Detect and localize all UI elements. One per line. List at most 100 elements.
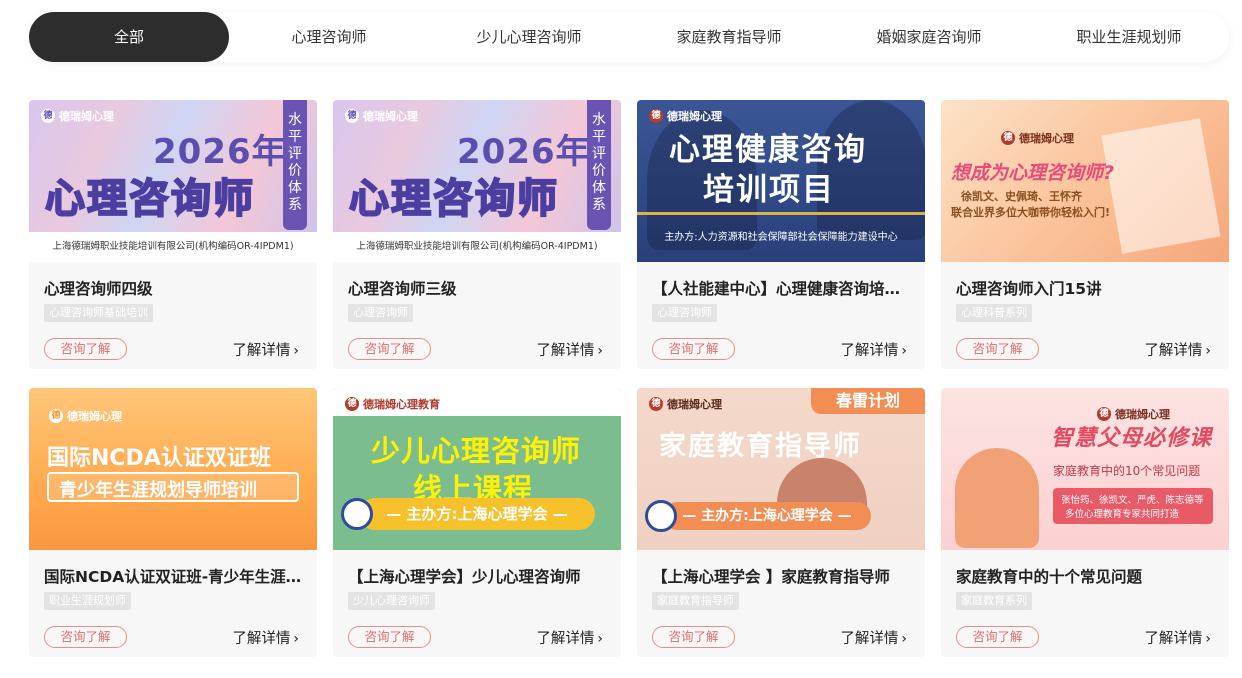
brand-logo: 德德瑞姆心理 (1001, 130, 1074, 146)
course-banner[interactable]: 德德瑞姆心理 2026年 心理咨询师 水平评价体系 上海德瑞姆职业技能培训有限公… (29, 100, 317, 262)
books-illustration (1101, 118, 1221, 254)
brand-logo: 德德瑞姆心理 (41, 108, 114, 124)
chevron-right-icon: › (901, 343, 907, 359)
course-tag: 家庭教育系列 (956, 592, 1032, 610)
consult-button[interactable]: 咨询了解 (348, 338, 431, 360)
detail-link[interactable]: 了解详情 › (536, 339, 603, 360)
brand-logo: 德德瑞姆心理 (49, 408, 122, 424)
course-tag: 心理科普系列 (956, 304, 1032, 322)
detail-link[interactable]: 了解详情 › (232, 627, 299, 648)
banner-footer: 上海德瑞姆职业技能培训有限公司(机构编码OR-4IPDM1) (29, 232, 317, 262)
consult-button[interactable]: 咨询了解 (956, 626, 1039, 648)
tab-child-psych-counselor[interactable]: 少儿心理咨询师 (429, 12, 629, 62)
tab-career-planning[interactable]: 职业生涯规划师 (1029, 12, 1229, 62)
detail-link[interactable]: 了解详情 › (232, 339, 299, 360)
chevron-right-icon: › (1205, 343, 1211, 359)
banner-subtitle: 青少年生涯规划导师培训 (59, 480, 257, 501)
course-card[interactable]: 德德瑞姆心理 2026年 心理咨询师 水平评价体系 上海德瑞姆职业技能培训有限公… (29, 100, 317, 369)
course-tag: 家庭教育指导师 (652, 592, 739, 610)
brand-logo: 德德瑞姆心理 (649, 108, 722, 124)
consult-button[interactable]: 咨询了解 (44, 338, 127, 360)
course-card[interactable]: 德德瑞姆心理 智慧父母必修课 家庭教育中的10个常见问题 张怡筠、徐凯文、严虎、… (941, 388, 1229, 657)
course-tag: 少儿心理咨询师 (348, 592, 435, 610)
banner-side-label: 水平评价体系 (283, 100, 307, 230)
chevron-right-icon: › (901, 631, 907, 647)
banner-headline: 心理咨询师 (44, 175, 255, 223)
seal-icon (341, 498, 373, 530)
logo-icon: 德 (49, 409, 63, 423)
logo-icon: 德 (1001, 131, 1015, 145)
logo-icon: 德 (345, 109, 359, 123)
course-title[interactable]: 家庭教育中的十个常见问题 (956, 565, 1216, 587)
course-card[interactable]: 德德瑞姆心理 2026年 心理咨询师 水平评价体系 上海德瑞姆职业技能培训有限公… (333, 100, 621, 369)
banner-footer: 上海德瑞姆职业技能培训有限公司(机构编码OR-4IPDM1) (333, 232, 621, 262)
tab-family-education[interactable]: 家庭教育指导师 (629, 12, 829, 62)
course-title[interactable]: 心理咨询师三级 (348, 277, 608, 299)
banner-headline: 心理咨询师 (348, 175, 559, 223)
promo-badge: 春雷计划 (811, 388, 925, 414)
tab-all[interactable]: 全部 (29, 12, 229, 62)
detail-link[interactable]: 了解详情 › (840, 339, 907, 360)
course-tag: 心理咨询师 (652, 304, 717, 322)
course-title[interactable]: 【人社能建中心】心理健康咨询培训项目 (652, 277, 912, 299)
consult-button[interactable]: 咨询了解 (652, 338, 735, 360)
course-title[interactable]: 心理咨询师四级 (44, 277, 304, 299)
experts-line-1: 张怡筠、徐凯文、严虎、陈志德等 (1061, 495, 1204, 506)
consult-button[interactable]: 咨询了解 (956, 338, 1039, 360)
consult-button[interactable]: 咨询了解 (652, 626, 735, 648)
chevron-right-icon: › (293, 343, 299, 359)
banner-side-label: 水平评价体系 (587, 100, 611, 230)
chevron-right-icon: › (293, 631, 299, 647)
experts-line-2: 多位心理教育专家共同打造 (1065, 509, 1180, 520)
chevron-right-icon: › (597, 343, 603, 359)
organizer-pill: — 主办方:上海心理学会 — (663, 502, 871, 530)
course-tag: 心理咨询师基础培训 (44, 304, 153, 322)
logo-icon: 德 (649, 109, 663, 123)
course-banner[interactable]: 德德瑞姆心理 智慧父母必修课 家庭教育中的10个常见问题 张怡筠、徐凯文、严虎、… (941, 388, 1229, 550)
logo-icon: 德 (1097, 407, 1111, 421)
detail-link[interactable]: 了解详情 › (1144, 627, 1211, 648)
seal-icon (645, 500, 677, 532)
course-card[interactable]: 德德瑞姆心理 心理健康咨询 培训项目 主办方:人力资源和社会保障部社会保障能力建… (637, 100, 925, 369)
banner-subtitle: 徐凯文、史佩琦、王怀齐 (961, 190, 1082, 203)
banner-subtitle: 主办方:人力资源和社会保障部社会保障能力建设中心 (664, 232, 898, 243)
detail-link[interactable]: 了解详情 › (536, 627, 603, 648)
detail-link[interactable]: 了解详情 › (1144, 339, 1211, 360)
course-banner[interactable]: 德德瑞姆心理 想成为心理咨询师? 徐凯文、史佩琦、王怀齐 联合业界多位大咖带你轻… (941, 100, 1229, 262)
course-card[interactable]: 德德瑞姆心理教育 少儿心理咨询师 线上课程 — 主办方:上海心理学会 — 【上海… (333, 388, 621, 657)
logo-icon: 德 (41, 109, 55, 123)
banner-headline-2: 培训项目 (703, 172, 835, 208)
organizer-pill: — 主办方:上海心理学会 — (359, 498, 595, 530)
brand-logo: 德德瑞姆心理 (649, 396, 722, 412)
course-card[interactable]: 德德瑞姆心理 想成为心理咨询师? 徐凯文、史佩琦、王怀齐 联合业界多位大咖带你轻… (941, 100, 1229, 369)
course-banner[interactable]: 德德瑞姆心理 心理健康咨询 培训项目 主办方:人力资源和社会保障部社会保障能力建… (637, 100, 925, 262)
divider (637, 212, 925, 215)
banner-headline: 心理健康咨询 (669, 132, 867, 168)
course-title[interactable]: 国际NCDA认证双证班-青少年生涯规划导师培训 (44, 565, 304, 587)
consult-button[interactable]: 咨询了解 (44, 626, 127, 648)
banner-headline: 想成为心理咨询师? (951, 162, 1115, 184)
detail-link[interactable]: 了解详情 › (840, 627, 907, 648)
banner-headline: 国际NCDA认证双证班 (47, 446, 271, 471)
consult-button[interactable]: 咨询了解 (348, 626, 431, 648)
chevron-right-icon: › (1205, 631, 1211, 647)
course-title[interactable]: 心理咨询师入门15讲 (956, 277, 1216, 299)
banner-subtitle-2: 联合业界多位大咖带你轻松入门! (951, 206, 1111, 219)
banner-subtitle: 家庭教育中的10个常见问题 (1053, 464, 1201, 478)
course-tag: 职业生涯规划师 (44, 592, 131, 610)
logo-icon: 德 (345, 397, 359, 411)
course-banner[interactable]: 德德瑞姆心理教育 少儿心理咨询师 线上课程 — 主办方:上海心理学会 — (333, 388, 621, 550)
category-tabs: 全部 心理咨询师 少儿心理咨询师 家庭教育指导师 婚姻家庭咨询师 职业生涯规划师 (29, 12, 1229, 62)
banner-headline: 少儿心理咨询师 (371, 434, 582, 468)
course-banner[interactable]: 德德瑞姆心理 春雷计划 家庭教育指导师 — 主办方:上海心理学会 — (637, 388, 925, 550)
course-card[interactable]: 德德瑞姆心理 春雷计划 家庭教育指导师 — 主办方:上海心理学会 — 【上海心理… (637, 388, 925, 657)
course-title[interactable]: 【上海心理学会】少儿心理咨询师 (348, 565, 608, 587)
course-banner[interactable]: 德德瑞姆心理 2026年 心理咨询师 水平评价体系 上海德瑞姆职业技能培训有限公… (333, 100, 621, 262)
course-title[interactable]: 【上海心理学会 】家庭教育指导师 (652, 565, 912, 587)
brand-logo: 德德瑞姆心理 (345, 108, 418, 124)
course-card[interactable]: 德德瑞姆心理 国际NCDA认证双证班 青少年生涯规划导师培训 国际NCDA认证双… (29, 388, 317, 657)
tab-psych-counselor[interactable]: 心理咨询师 (229, 12, 429, 62)
tab-marriage-family[interactable]: 婚姻家庭咨询师 (829, 12, 1029, 62)
course-banner[interactable]: 德德瑞姆心理 国际NCDA认证双证班 青少年生涯规划导师培训 (29, 388, 317, 550)
chevron-right-icon: › (597, 631, 603, 647)
